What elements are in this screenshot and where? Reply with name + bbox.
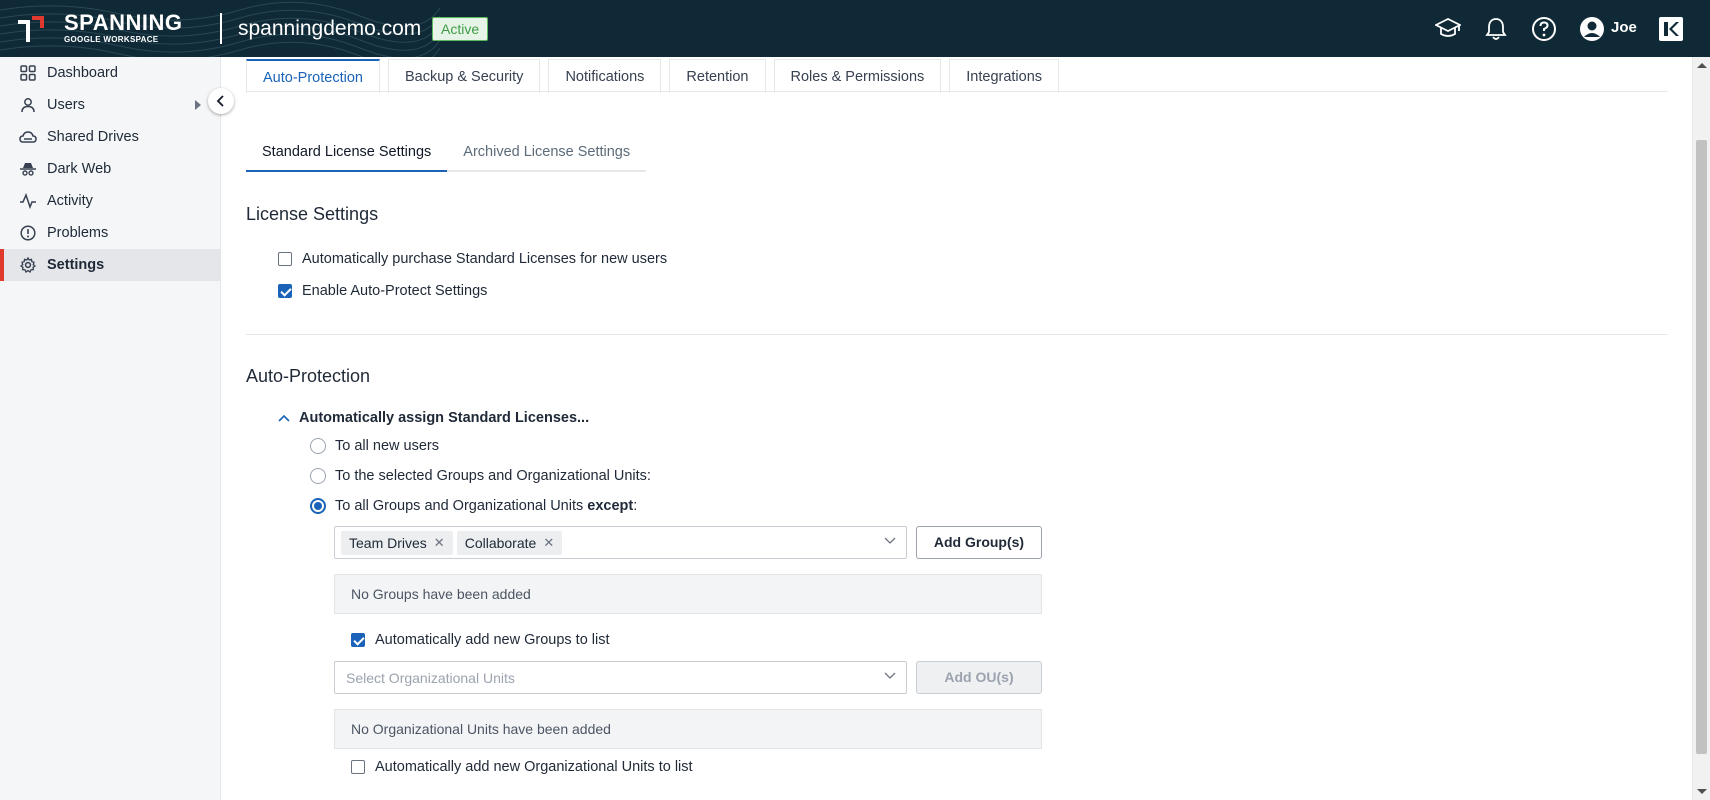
sidebar-item-dashboard[interactable]: Dashboard: [0, 57, 221, 89]
auto-add-groups-checkbox[interactable]: [351, 633, 365, 647]
radio-except-row[interactable]: To all Groups and Organizational Units e…: [310, 498, 637, 514]
auto-purchase-checkbox[interactable]: [278, 252, 292, 266]
auto-purchase-row[interactable]: Automatically purchase Standard Licenses…: [278, 251, 667, 267]
radio-selected-row[interactable]: To the selected Groups and Organizationa…: [310, 468, 651, 484]
sidebar-item-shared-drives[interactable]: Shared Drives: [0, 121, 221, 153]
enable-auto-protect-label: Enable Auto-Protect Settings: [302, 283, 488, 299]
tabs-divider: [246, 91, 1668, 92]
settings-tabs: Auto-Protection Backup & Security Notifi…: [246, 59, 1067, 93]
chevron-down-icon: [884, 672, 896, 679]
tab-retention[interactable]: Retention: [669, 59, 766, 93]
sidebar-item-label: Activity: [47, 193, 93, 209]
sidebar-item-label: Dark Web: [47, 161, 112, 177]
top-header: SPANNING GOOGLE WORKSPACE spanningdemo.c…: [0, 0, 1710, 57]
spanning-mark-icon: [18, 15, 44, 42]
main-content: Auto-Protection Backup & Security Notifi…: [222, 57, 1692, 800]
auto-protection-title: Auto-Protection: [246, 366, 371, 386]
spanning-logo[interactable]: SPANNING GOOGLE WORKSPACE: [16, 12, 183, 45]
accordion-label: Automatically assign Standard Licenses..…: [299, 410, 590, 426]
remove-chip-icon[interactable]: ✕: [434, 531, 445, 555]
add-groups-button[interactable]: Add Group(s): [916, 526, 1042, 559]
user-avatar-icon[interactable]: [1578, 15, 1606, 43]
radio-all-new-users-label: To all new users: [335, 438, 439, 454]
gear-icon: [19, 256, 37, 274]
expand-arrow-icon[interactable]: [195, 100, 201, 110]
subtab-standard-license[interactable]: Standard License Settings: [246, 134, 448, 172]
auto-add-groups-row[interactable]: Automatically add new Groups to list: [351, 632, 610, 648]
alert-circle-icon: [19, 224, 37, 242]
section-divider: [246, 334, 1668, 335]
help-icon[interactable]: [1530, 15, 1558, 43]
tab-auto-protection[interactable]: Auto-Protection: [246, 59, 380, 93]
sidebar-item-label: Shared Drives: [47, 129, 139, 145]
sidebar-item-problems[interactable]: Problems: [0, 217, 221, 249]
subtab-archived-license[interactable]: Archived License Settings: [447, 134, 646, 170]
graduation-cap-icon[interactable]: [1434, 15, 1462, 43]
scroll-down-arrow-icon[interactable]: [1697, 789, 1707, 794]
group-chip: Team Drives ✕: [341, 530, 453, 555]
header-divider: [220, 13, 222, 44]
domain-name: spanningdemo.com: [238, 17, 422, 40]
cloud-drive-icon: [19, 128, 37, 146]
spy-icon: [19, 160, 37, 178]
groups-select[interactable]: Team Drives ✕ Collaborate ✕: [334, 526, 907, 559]
user-icon: [19, 96, 37, 114]
tab-integrations[interactable]: Integrations: [949, 59, 1060, 93]
sidebar-item-label: Problems: [47, 225, 109, 241]
license-settings-title: License Settings: [246, 204, 379, 224]
groups-empty-state: No Groups have been added: [334, 574, 1042, 614]
auto-add-ou-row[interactable]: Automatically add new Organizational Uni…: [351, 759, 693, 775]
bell-icon[interactable]: [1482, 15, 1510, 43]
brand-name: SPANNING: [64, 10, 183, 35]
sidebar-item-settings[interactable]: Settings: [0, 249, 221, 281]
auto-add-groups-label: Automatically add new Groups to list: [375, 632, 610, 648]
sidebar-item-dark-web[interactable]: Dark Web: [0, 153, 221, 185]
ou-empty-state: No Organizational Units have been added: [334, 709, 1042, 749]
radio-all-new-users-row[interactable]: To all new users: [310, 438, 439, 454]
sidebar-item-label: Users: [47, 97, 85, 113]
sidebar-item-users[interactable]: Users: [0, 89, 221, 121]
scroll-up-arrow-icon[interactable]: [1697, 63, 1707, 68]
radio-all-except[interactable]: [310, 498, 326, 514]
enable-auto-protect-row[interactable]: Enable Auto-Protect Settings: [278, 283, 487, 299]
accordion-header[interactable]: Automatically assign Standard Licenses..…: [278, 410, 589, 426]
kaseya-logo-icon[interactable]: [1659, 17, 1683, 41]
sidebar-item-activity[interactable]: Activity: [0, 185, 221, 217]
user-name[interactable]: Joe: [1611, 19, 1637, 36]
tab-notifications[interactable]: Notifications: [548, 59, 662, 93]
grid-icon: [19, 64, 37, 82]
auto-add-ou-label: Automatically add new Organizational Uni…: [375, 759, 693, 775]
tab-backup-security[interactable]: Backup & Security: [387, 59, 541, 93]
radio-selected-label: To the selected Groups and Organizationa…: [335, 468, 651, 484]
ou-select-placeholder: Select Organizational Units: [346, 669, 515, 686]
brand-subtitle: GOOGLE WORKSPACE: [64, 35, 159, 44]
ou-select[interactable]: Select Organizational Units: [334, 661, 907, 694]
add-ou-button[interactable]: Add OU(s): [916, 661, 1042, 694]
license-subtabs: Standard License Settings Archived Licen…: [246, 134, 647, 172]
chevron-up-icon: [278, 414, 290, 422]
scrollbar-thumb[interactable]: [1696, 140, 1707, 754]
tab-roles-permissions[interactable]: Roles & Permissions: [773, 59, 942, 93]
radio-except-label: To all Groups and Organizational Units e…: [335, 498, 638, 514]
remove-chip-icon[interactable]: ✕: [543, 531, 554, 555]
sidebar-item-label: Dashboard: [47, 65, 118, 81]
status-badge: Active: [432, 17, 489, 41]
group-chip: Collaborate ✕: [456, 530, 563, 555]
auto-purchase-label: Automatically purchase Standard Licenses…: [302, 251, 668, 267]
chevron-down-icon: [884, 537, 896, 544]
page-scrollbar[interactable]: [1692, 57, 1710, 800]
sidebar: Dashboard Users Shared Drives Dark Web A…: [0, 57, 221, 800]
radio-all-new-users[interactable]: [310, 438, 326, 454]
sidebar-item-label: Settings: [47, 257, 105, 273]
auto-add-ou-checkbox[interactable]: [351, 760, 365, 774]
enable-auto-protect-checkbox[interactable]: [278, 284, 292, 298]
radio-selected-groups[interactable]: [310, 468, 326, 484]
activity-icon: [19, 192, 37, 210]
